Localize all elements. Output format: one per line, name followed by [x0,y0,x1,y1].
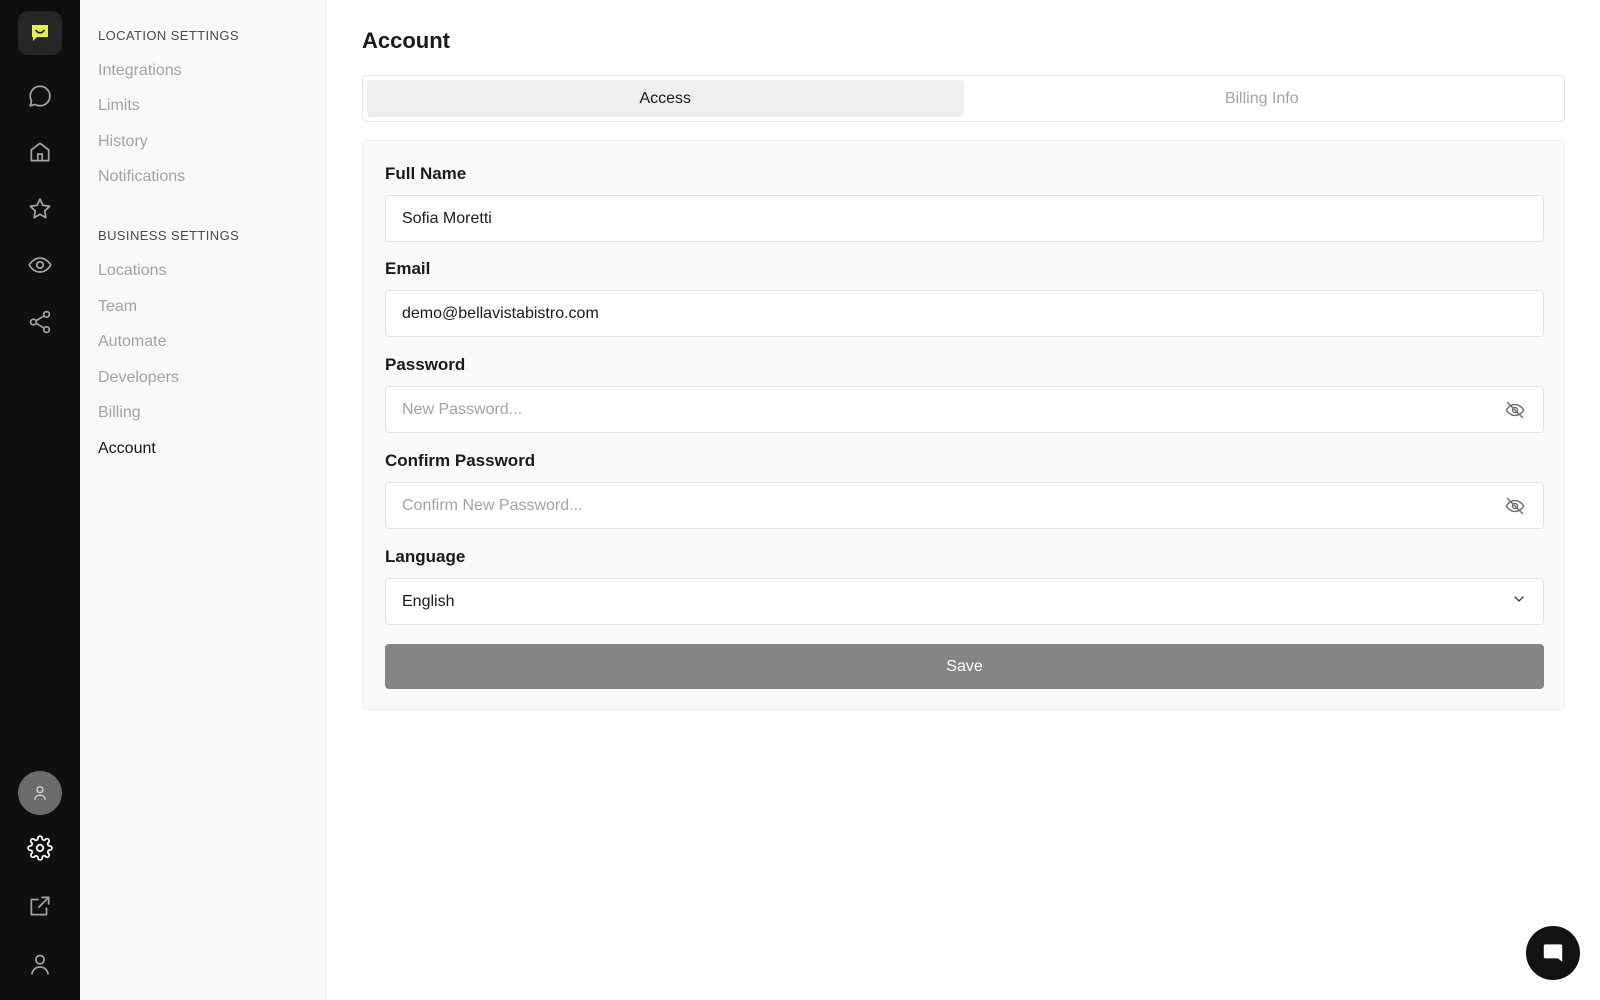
chevron-down-icon [1511,591,1527,612]
rail-reviews-button[interactable] [20,189,60,229]
main-content: Account Access Billing Info Full Name Em… [326,0,1600,1000]
home-icon [30,142,50,162]
confirm-password-visibility-toggle[interactable] [1503,494,1527,518]
confirm-password-label: Confirm Password [385,451,536,470]
email-field[interactable] [402,304,1527,323]
password-visibility-toggle[interactable] [1503,398,1527,422]
external-link-icon [30,896,50,916]
password-field[interactable] [402,400,1503,419]
sidebar-item-team[interactable]: Team [98,298,137,316]
language-select[interactable]: English [385,578,1544,625]
sidebar-item-limits[interactable]: Limits [98,97,140,115]
support-chat-button[interactable] [1526,926,1580,980]
full-name-field-box [385,195,1544,242]
rail-settings-button[interactable] [20,828,60,868]
sidebar-item-locations[interactable]: Locations [98,262,167,280]
rail-share-button[interactable] [20,302,60,342]
location-settings-heading: LOCATION SETTINGS [98,28,239,43]
account-form: Full Name Email Password Confirm Passwor… [362,140,1565,710]
sidebar-item-automate[interactable]: Automate [98,333,166,351]
confirm-password-field[interactable] [402,496,1503,515]
eye-off-icon [1505,497,1525,514]
gear-icon [27,835,53,861]
email-label: Email [385,259,431,278]
avatar-icon [33,786,47,800]
password-label: Password [385,355,466,374]
full-name-label: Full Name [385,164,467,183]
account-tabs: Access Billing Info [362,75,1565,122]
eye-off-icon [1505,401,1525,418]
language-selected-value: English [402,592,455,610]
sidebar-item-account[interactable]: Account [98,440,156,458]
share-icon [29,310,51,334]
chat-bubble-icon [29,85,51,107]
sidebar-item-history[interactable]: History [98,133,148,151]
icon-rail [0,0,80,1000]
sidebar-item-developers[interactable]: Developers [98,369,179,387]
rail-home-button[interactable] [20,132,60,172]
sidebar-item-integrations[interactable]: Integrations [98,62,182,80]
app-logo[interactable] [18,11,62,55]
rail-visibility-button[interactable] [20,245,60,285]
rail-chat-button[interactable] [20,76,60,116]
sidebar-item-notifications[interactable]: Notifications [98,168,185,186]
tab-access[interactable]: Access [367,80,964,117]
password-field-box [385,386,1544,433]
eye-icon [28,257,52,273]
rail-external-link-button[interactable] [20,886,60,926]
sidebar-item-billing[interactable]: Billing [98,404,141,422]
star-icon [29,198,51,219]
business-settings-heading: BUSINESS SETTINGS [98,228,240,243]
user-icon [31,954,49,975]
chat-icon [1543,944,1563,962]
tab-billing-info[interactable]: Billing Info [964,80,1561,117]
save-button[interactable]: Save [385,644,1544,689]
rail-profile-button[interactable] [20,944,60,984]
avatar[interactable] [18,771,62,815]
settings-sidebar: LOCATION SETTINGS Integrations Limits Hi… [80,0,326,1000]
page-title: Account [362,28,450,53]
confirm-password-field-box [385,482,1544,529]
language-label: Language [385,547,466,566]
email-field-box [385,290,1544,337]
full-name-field[interactable] [402,209,1527,228]
logo-chat-icon [32,25,48,41]
